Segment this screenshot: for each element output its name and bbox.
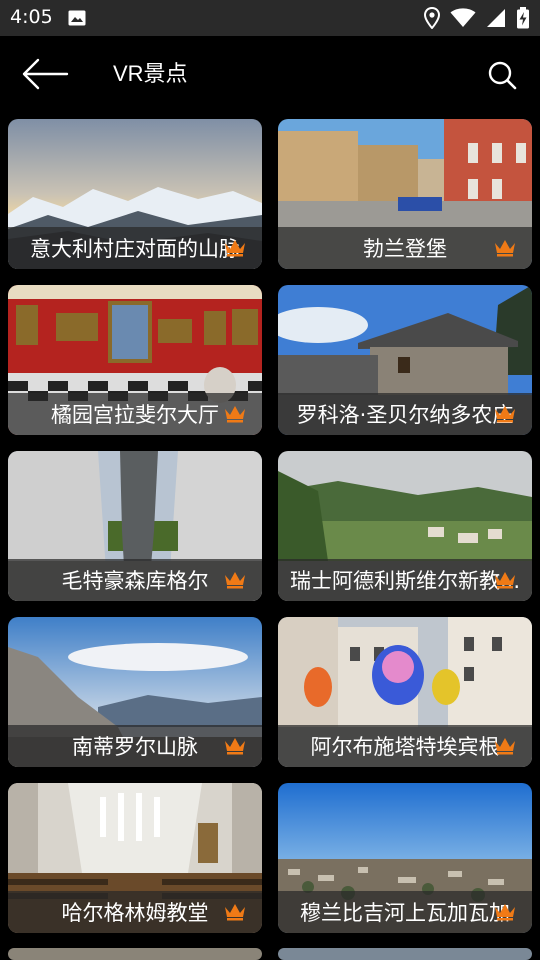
attraction-name: 哈尔格林姆教堂 [61, 901, 209, 925]
app-bar: VR景点 [0, 36, 540, 112]
wifi-icon [450, 8, 476, 27]
page-title: VR景点 [113, 61, 188, 86]
attraction-name: 穆兰比吉河上瓦加瓦加 [300, 901, 510, 925]
crown-icon [495, 904, 515, 921]
image-icon [68, 10, 86, 26]
crown-icon [225, 738, 245, 755]
attraction-card-partial[interactable] [8, 948, 262, 960]
search-icon[interactable] [487, 60, 517, 90]
attraction-name: 橘园宫拉斐尔大厅 [51, 403, 219, 427]
signal-icon [487, 9, 505, 27]
attraction-card[interactable]: 南蒂罗尔山脉 [8, 617, 262, 767]
crown-icon [225, 572, 245, 589]
attraction-card[interactable]: 毛特豪森库格尔 [8, 451, 262, 601]
crown-icon [225, 240, 245, 257]
attraction-card[interactable]: 勃兰登堡 [278, 119, 532, 269]
status-time: 4:05 [10, 6, 53, 28]
attraction-card[interactable]: 哈尔格林姆教堂 [8, 783, 262, 933]
attraction-card[interactable]: 橘园宫拉斐尔大厅 [8, 285, 262, 435]
attraction-card[interactable]: 罗科洛·圣贝尔纳多农庄 [278, 285, 532, 435]
attraction-card[interactable]: 瑞士阿德利斯维尔新教... [278, 451, 532, 601]
attraction-name: 瑞士阿德利斯维尔新教... [289, 569, 521, 593]
crown-icon [225, 904, 245, 921]
attraction-image [8, 948, 262, 960]
attraction-name: 阿尔布施塔特埃宾根 [310, 735, 500, 759]
attraction-card[interactable]: 穆兰比吉河上瓦加瓦加 [278, 783, 532, 933]
attraction-card[interactable]: 阿尔布施塔特埃宾根 [278, 617, 532, 767]
status-bar: 4:05 [0, 0, 540, 36]
attraction-card-partial[interactable] [278, 948, 532, 960]
battery-charging-icon [517, 7, 529, 29]
arrow-left-icon[interactable] [20, 58, 70, 90]
attraction-name: 毛特豪森库格尔 [61, 569, 209, 593]
attraction-name: 罗科洛·圣贝尔纳多农庄 [296, 403, 514, 427]
location-icon [424, 7, 440, 29]
attraction-name: 南蒂罗尔山脉 [72, 735, 198, 759]
crown-icon [495, 738, 515, 755]
crown-icon [495, 572, 515, 589]
attraction-name: 勃兰登堡 [363, 237, 447, 261]
crown-icon [225, 406, 245, 423]
attraction-card[interactable]: 意大利村庄对面的山脉 [8, 119, 262, 269]
crown-icon [495, 406, 515, 423]
attraction-name: 意大利村庄对面的山脉 [30, 237, 240, 261]
status-icons [424, 7, 530, 29]
attraction-image [278, 948, 532, 960]
crown-icon [495, 240, 515, 257]
